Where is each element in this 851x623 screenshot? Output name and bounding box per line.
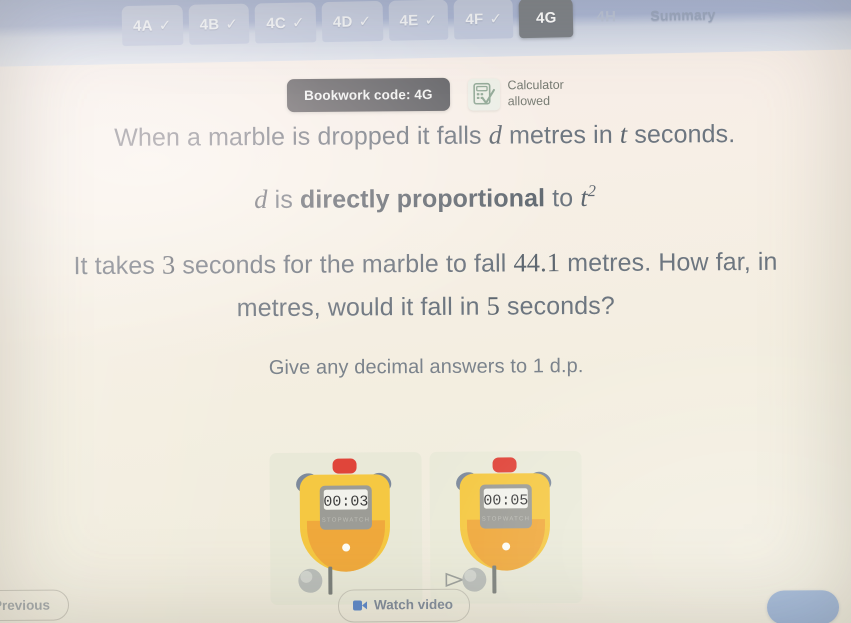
tab-4c-label: 4C [266,14,287,32]
stopwatch-2-time: 00:05 [483,492,528,509]
watch-video-label: Watch video [373,596,454,613]
question-line-3-part-b: seconds for the marble to fall [175,249,514,280]
tab-summary[interactable]: Summary [639,0,727,36]
question-line-2-part-b: to [545,184,581,213]
question-line-4-part-a: metres, would it fall in [236,292,487,323]
calculator-allowed-line2: allowed [507,93,551,108]
question-line-3-part-c: metres. How far, in [560,247,778,278]
question-line-2-part-a: is [267,185,301,214]
calculator-allowed-icon [467,77,500,111]
question-line-1-part-c: seconds. [627,120,736,149]
tab-summary-label: Summary [650,6,716,24]
bookwork-row: Bookwork code: 4G Calculator allowed [0,74,851,114]
stopwatch-figure-1: 00:03 STOPWATCH [268,452,423,606]
stopwatch-1-time: 00:03 [323,493,368,510]
variable-d: d [254,183,268,215]
stopwatch-1-brand: STOPWATCH [321,517,369,523]
topbar: 4A ✓ 4B ✓ 4C ✓ 4D ✓ 4E ✓ 4F ✓ 4G 4H Summ… [0,0,851,71]
tab-4h[interactable]: 4H [579,0,634,37]
question-line-1-part-a: When a marble is dropped it falls [114,121,489,152]
question-line-3-part-a: It takes [73,251,163,281]
question-line-2: d is directly proportional to t2 [0,178,851,218]
check-icon: ✓ [225,15,239,34]
tab-4g[interactable]: 4G [518,0,574,39]
question-line-1: When a marble is dropped it falls d metr… [0,115,850,155]
variable-t-squared: t2 [580,181,597,212]
calculator-allowed-line1: Calculator [507,77,564,93]
check-icon: ✓ [158,17,172,35]
tab-4a[interactable]: 4A ✓ [121,4,184,47]
calculator-allowed-text: Calculator allowed [507,78,564,110]
question-line-2-emphasis: directly proportional [299,184,546,214]
next-button[interactable] [766,590,840,623]
tab-4f[interactable]: 4F ✓ [453,0,514,40]
tablet-screen: 4A ✓ 4B ✓ 4C ✓ 4D ✓ 4E ✓ 4F ✓ 4G 4H Summ… [0,0,851,623]
tab-4d[interactable]: 4D ✓ [321,0,383,43]
tab-4f-label: 4F [465,10,484,28]
question-line-1-part-b: metres in [501,120,620,150]
check-icon: ✓ [291,14,306,32]
value-5-seconds: 5 [486,290,501,321]
bottom-navigation-bar: Previous Watch video [0,580,851,623]
tab-4e[interactable]: 4E ✓ [388,0,449,41]
video-camera-icon [352,599,368,611]
tab-4h-label: 4H [596,7,617,26]
check-icon: ✓ [424,11,438,30]
bookwork-code-badge: Bookwork code: 4G [286,77,450,113]
check-icon: ✓ [358,13,372,31]
tab-4a-label: 4A [132,17,153,35]
tab-4c[interactable]: 4C ✓ [254,2,317,44]
tab-4g-label: 4G [535,8,557,27]
question-line-4-part-b: seconds? [499,291,615,321]
stopwatch-figure-2: 00:05 STOPWATCH [428,450,583,604]
variable-d: d [488,119,503,150]
calculator-allowed-group: Calculator allowed [467,77,564,111]
previous-button[interactable]: Previous [0,589,70,622]
watch-video-button[interactable]: Watch video [337,588,471,623]
tab-4e-label: 4E [399,11,419,30]
value-44-1-metres: 44.1 [513,247,561,278]
tab-4d-label: 4D [332,13,353,31]
question-line-3: It takes 3 seconds for the marble to fal… [0,243,851,283]
question-body: When a marble is dropped it falls d metr… [0,115,851,405]
question-line-4: metres, would it fall in 5 seconds? [0,286,851,326]
value-3-seconds: 3 [161,249,176,280]
question-rounding-instruction: Give any decimal answers to 1 d.p. [268,355,584,379]
stopwatch-2-brand: STOPWATCH [481,516,529,522]
tab-4b[interactable]: 4B ✓ [188,3,250,45]
tab-4b-label: 4B [199,15,220,34]
exponent-2: 2 [587,181,597,201]
check-icon: ✓ [489,10,503,28]
